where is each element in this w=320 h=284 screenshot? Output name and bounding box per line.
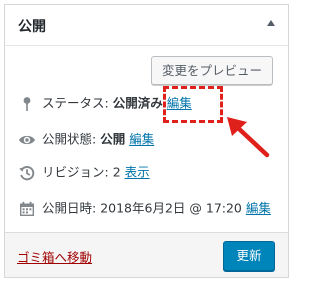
revisions-view-link[interactable]: 表示 — [125, 165, 150, 180]
visibility-label: 公開状態: — [42, 131, 97, 147]
move-to-trash-link[interactable]: ゴミ箱へ移動 — [17, 247, 92, 266]
calendar-icon — [18, 200, 36, 218]
published-date: 2018年6月2日 @ 17:20 — [100, 200, 242, 216]
panel-header[interactable]: 公開 — [5, 5, 288, 46]
published-edit-link[interactable]: 編集 — [246, 201, 271, 216]
revisions-row: リビジョン: 2 表示 — [18, 162, 150, 182]
pin-icon — [18, 95, 36, 113]
major-publishing-actions: ゴミ箱へ移動 更新 — [5, 232, 288, 277]
revisions-count: 2 — [112, 164, 121, 180]
published-row: 公開日時: 2018年6月2日 @ 17:20 編集 — [18, 198, 271, 218]
triangle-up-icon[interactable] — [267, 20, 275, 26]
status-label: ステータス: — [42, 95, 109, 111]
history-icon — [18, 164, 36, 182]
visibility-edit-link[interactable]: 編集 — [129, 132, 154, 147]
status-value: 公開済み — [112, 95, 163, 111]
panel-title: 公開 — [18, 19, 46, 35]
visibility-row: 公開状態: 公開 編集 — [18, 129, 154, 149]
eye-icon — [18, 131, 36, 149]
visibility-value: 公開 — [100, 131, 126, 147]
preview-changes-button[interactable]: 変更をプレビュー — [151, 56, 273, 85]
annotation-highlight-box — [163, 86, 223, 123]
published-label: 公開日時: — [42, 200, 97, 216]
update-button[interactable]: 更新 — [223, 241, 275, 271]
revisions-label: リビジョン: — [42, 164, 109, 180]
annotation-arrow-icon — [227, 117, 270, 158]
